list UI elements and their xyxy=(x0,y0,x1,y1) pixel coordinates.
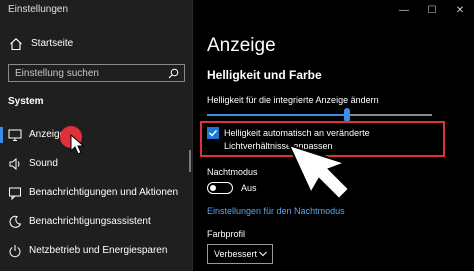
slider-track-filled xyxy=(207,114,344,116)
active-indicator xyxy=(0,127,3,143)
mouse-cursor-icon xyxy=(70,134,85,155)
sidebar-scrollbar[interactable] xyxy=(189,150,191,172)
sidebar-item-label: Sound xyxy=(29,158,58,169)
maximize-button[interactable]: ☐ xyxy=(418,0,446,20)
checkmark-icon xyxy=(209,130,218,137)
dropdown-value: Verbessert xyxy=(214,249,258,259)
section-label-system: System xyxy=(8,96,44,107)
search-icon[interactable] xyxy=(168,68,179,79)
night-mode-state: Aus xyxy=(241,183,257,193)
minimize-button[interactable]: — xyxy=(390,0,418,20)
search-input[interactable]: Einstellung suchen xyxy=(8,64,185,82)
sidebar: Einstellungen Startseite Einstellung suc… xyxy=(0,0,192,271)
page-title: Anzeige xyxy=(207,35,276,56)
sidebar-item-sound[interactable]: Sound xyxy=(0,150,192,178)
close-button[interactable]: ✕ xyxy=(446,0,474,20)
night-mode-settings-link[interactable]: Einstellungen für den Nachtmodus xyxy=(207,206,345,216)
sidebar-item-power[interactable]: Netzbetrieb und Energiesparen xyxy=(0,237,192,265)
section-title: Helligkeit und Farbe xyxy=(207,68,322,82)
home-label: Startseite xyxy=(31,38,74,49)
toggle-knob xyxy=(210,184,216,191)
night-mode-toggle[interactable] xyxy=(207,182,233,194)
auto-brightness-checkbox[interactable] xyxy=(207,127,219,139)
color-profile-label: Farbprofil xyxy=(207,229,246,239)
color-profile-dropdown[interactable]: Verbessert xyxy=(207,244,273,264)
app-title: Einstellungen xyxy=(8,4,69,15)
window-controls: — ☐ ✕ xyxy=(390,0,474,20)
speaker-icon xyxy=(9,157,20,171)
sidebar-item-label: Netzbetrieb und Energiesparen xyxy=(29,245,168,256)
monitor-icon xyxy=(8,129,22,141)
brightness-label: Helligkeit für die integrierte Anzeige ä… xyxy=(207,95,379,105)
chevron-down-icon xyxy=(259,251,267,257)
night-mode-label: Nachtmodus xyxy=(207,167,258,177)
sidebar-item-focus-assist[interactable]: Benachrichtigungsassistent xyxy=(0,208,192,236)
mouse-pointer-icon xyxy=(287,143,351,201)
power-icon xyxy=(9,245,21,258)
moon-icon xyxy=(9,215,22,228)
sidebar-item-anzeige[interactable]: Anzeige xyxy=(0,121,192,149)
slider-thumb[interactable] xyxy=(344,108,350,122)
sidebar-item-notifications[interactable]: Benachrichtigungen und Aktionen xyxy=(0,179,192,207)
home-nav-item[interactable]: Startseite xyxy=(0,32,192,56)
slider-track-empty xyxy=(350,114,432,116)
sidebar-item-label: Benachrichtigungsassistent xyxy=(29,216,151,227)
home-icon xyxy=(10,38,22,51)
notification-icon xyxy=(9,187,21,200)
sidebar-item-label: Benachrichtigungen und Aktionen xyxy=(29,187,179,198)
search-placeholder: Einstellung suchen xyxy=(15,68,99,79)
brightness-slider[interactable] xyxy=(207,108,432,122)
